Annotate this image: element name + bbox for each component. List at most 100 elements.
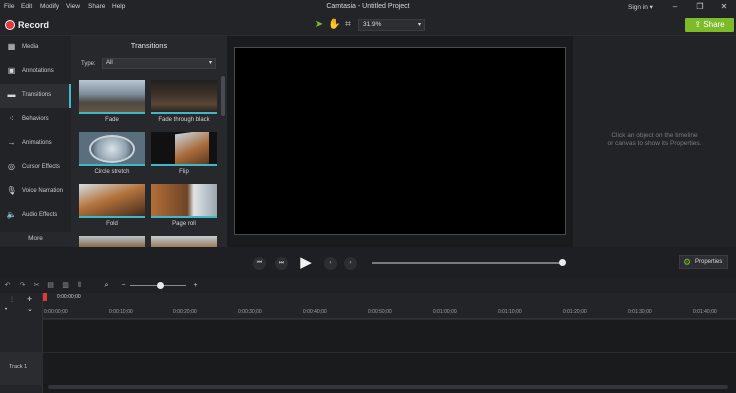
track-options-icon[interactable]: ⋮: [9, 296, 15, 303]
media-icon: ▦: [7, 42, 16, 51]
panel-title: Transitions: [130, 41, 168, 50]
cursor-effects-icon: ◎: [8, 162, 15, 171]
sidebar-item-label: Annotations: [22, 68, 54, 74]
ruler-tick-label: 0:00:10;00: [109, 309, 133, 315]
transition-thumb-page-roll[interactable]: [151, 184, 217, 218]
zoom-value: 31.9%: [363, 21, 382, 28]
animations-icon: →: [7, 138, 16, 147]
preview-canvas[interactable]: [234, 47, 566, 235]
paste-icon[interactable]: ▥: [61, 281, 70, 291]
pointer-icon[interactable]: ➤: [313, 19, 325, 31]
ruler-tick-label: 0:01:20;00: [563, 309, 587, 315]
canvas-area: [227, 36, 573, 247]
play-icon[interactable]: ▶: [296, 254, 316, 272]
transition-label: Fade: [105, 117, 119, 123]
playback-scrubber[interactable]: [372, 262, 564, 264]
transition-thumb-fold[interactable]: [79, 184, 145, 218]
timeline-zoom-handle[interactable]: [157, 282, 164, 289]
track-1-lane[interactable]: [43, 352, 736, 385]
zoom-magnifier-icon: ⌕: [104, 282, 109, 289]
minimize-button[interactable]: –: [668, 1, 682, 13]
record-icon: [5, 20, 15, 30]
cut-icon[interactable]: ✂: [32, 281, 41, 291]
step-forward-icon[interactable]: ⏭: [275, 257, 288, 270]
sidebar-item-audio-effects[interactable]: 🔈 Audio Effects: [0, 204, 71, 228]
collapse-tracks-icon[interactable]: ⌄: [27, 305, 33, 313]
sidebar-item-animations[interactable]: → Animations: [0, 132, 71, 156]
type-filter-select[interactable]: All ▾: [102, 58, 216, 69]
crop-icon[interactable]: ⌗: [342, 19, 354, 31]
properties-button-label: Properties: [695, 259, 723, 265]
sidebar-item-label: Transitions: [22, 92, 52, 98]
zoom-in-icon[interactable]: +: [191, 281, 200, 291]
transition-thumb-circle-stretch[interactable]: [79, 132, 145, 166]
sidebar-item-annotations[interactable]: ▣ Annotations: [0, 60, 71, 84]
behaviors-icon: ⁖: [9, 114, 14, 123]
sidebar-item-transitions[interactable]: ▬ Transitions: [0, 84, 71, 108]
sidebar-item-behaviors[interactable]: ⁖ Behaviors: [0, 108, 71, 132]
ruler-tick-label: 0:01:30;00: [628, 309, 652, 315]
transition-thumb-fade-through-black[interactable]: [151, 80, 217, 114]
playhead[interactable]: [43, 293, 47, 301]
window-title: Camtasia - Untitled Project: [326, 3, 410, 10]
toolbar: Record ➤ ✋ ⌗ 31.9% ▾ ⇪ Share: [0, 14, 736, 36]
previous-clip-icon[interactable]: ‹: [324, 257, 337, 270]
transition-label: Page roll: [172, 221, 196, 227]
add-track-icon[interactable]: +: [27, 294, 32, 304]
type-filter-value: All: [106, 60, 113, 66]
sidebar-item-label: Animations: [22, 140, 52, 146]
share-button[interactable]: ⇪ Share: [685, 18, 734, 32]
panel-scrollbar[interactable]: [221, 76, 225, 116]
ruler-tick-label: 0:00:50;00: [368, 309, 392, 315]
share-icon: ⇪: [694, 20, 704, 29]
sidebar-item-label: Cursor Effects: [22, 164, 60, 170]
ruler-tick-label: 0:01:10;00: [498, 309, 522, 315]
sidebar-item-voice-narration[interactable]: 🎙 Voice Narration: [0, 180, 71, 204]
ruler-tick-label: 0:00:00;00: [44, 309, 68, 315]
more-button[interactable]: More: [0, 232, 71, 246]
zoom-out-icon[interactable]: −: [119, 281, 128, 291]
transition-label: Fold: [106, 221, 118, 227]
transitions-icon: ▬: [7, 90, 16, 99]
scrubber-handle[interactable]: [559, 259, 566, 266]
record-label: Record: [18, 20, 50, 30]
empty-track-area[interactable]: [43, 319, 736, 352]
transition-thumb-fade[interactable]: [79, 80, 145, 114]
next-clip-icon[interactable]: ›: [344, 257, 357, 270]
transition-label: Flip: [179, 169, 189, 175]
properties-placeholder: Click an object on the timeline or canva…: [573, 132, 736, 148]
timeline: ⋮ + • ⌄ Track 1 0:00:00;00 0:00:10;00 0:…: [0, 293, 736, 393]
properties-button[interactable]: ⚙ Properties: [679, 255, 728, 269]
transition-thumb-flip[interactable]: [151, 132, 217, 166]
transition-thumb-partial[interactable]: [151, 236, 217, 247]
transition-thumb-partial[interactable]: [79, 236, 145, 247]
pan-hand-icon[interactable]: ✋: [328, 19, 340, 31]
transition-label: Circle stretch: [94, 169, 130, 175]
transitions-panel: Transitions Type: All ▾ Fade Fade throug…: [71, 36, 227, 247]
sidebar-item-label: Audio Effects: [22, 212, 58, 218]
ruler-tick-label: 0:00:20;00: [173, 309, 197, 315]
sidebar-item-label: Behaviors: [22, 116, 49, 122]
split-icon[interactable]: ⫴: [75, 281, 84, 291]
restore-button[interactable]: ❐: [693, 1, 707, 13]
copy-icon[interactable]: ▤: [46, 281, 55, 291]
close-button[interactable]: ✕: [717, 1, 731, 13]
timeline-ruler[interactable]: 0:00:00;00 0:00:10;00 0:00:20;00 0:00:30…: [43, 293, 736, 319]
speaker-icon: 🔈: [6, 210, 17, 219]
properties-message-line: Click an object on the timeline: [611, 132, 698, 139]
sign-in-link[interactable]: Sign in ▾: [628, 3, 653, 11]
ruler-tick-label: 0:00:40;00: [303, 309, 327, 315]
redo-icon[interactable]: ↷: [18, 281, 27, 291]
playback-bar: ⏮ ⏭ ▶ ‹ › ⚙ Properties: [0, 247, 736, 279]
transition-label: Fade through black: [158, 117, 210, 123]
sidebar-item-media[interactable]: ▦ Media: [0, 36, 71, 60]
zoom-select[interactable]: 31.9% ▾: [358, 19, 425, 31]
sidebar-item-label: Voice Narration: [22, 188, 64, 194]
timeline-horizontal-scrollbar[interactable]: [48, 385, 728, 389]
share-label: Share: [703, 20, 725, 29]
ruler-tick-label: 0:01:40;00: [693, 309, 717, 315]
track-header-column: ⋮ + • ⌄ Track 1: [0, 293, 43, 393]
step-back-icon[interactable]: ⏮: [253, 257, 266, 270]
undo-icon[interactable]: ↶: [3, 281, 12, 291]
sidebar-item-cursor-effects[interactable]: ◎ Cursor Effects: [0, 156, 71, 180]
